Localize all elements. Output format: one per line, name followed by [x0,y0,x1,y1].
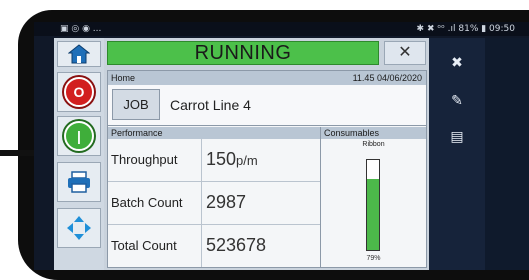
ribbon-gauge-fill [367,178,379,250]
throughput-unit: p/m [236,153,258,168]
job-row: JOB Carrot Line 4 [108,85,426,126]
move-button[interactable] [57,208,101,248]
status-banner: RUNNING [107,41,379,65]
job-name: Carrot Line 4 [170,97,251,113]
service-button[interactable]: ✕ [384,41,426,65]
consumables-section: Consumables Ribbon 79% [321,127,426,267]
left-toolbar: O | [54,38,104,270]
batch-count-value: 2987 [206,192,247,212]
tools-icon: ✕ [398,44,412,61]
throughput-label: Throughput [111,152,178,167]
row-divider [201,182,202,224]
edit-icon: ✎ [451,91,463,108]
ribbon-percent: 79% [366,255,381,262]
row-divider [201,225,202,267]
throughput-value: 150p/m [206,149,258,170]
throughput-number: 150 [206,149,237,169]
printer-app: O | RUNNING ✕ Home 11.45 04/06/2020 JOB … [54,38,429,270]
home-button[interactable] [57,41,101,67]
edit-button[interactable]: ✎ [441,88,473,112]
batch-count-label: Batch Count [111,195,183,210]
consumables-header: Consumables [321,127,426,139]
screen-edge [485,38,529,270]
stop-button[interactable]: O [57,72,101,112]
keyboard-icon: ▤ [450,127,464,144]
right-rail: ✖ ✎ ▤ [429,38,485,270]
keyboard-button[interactable]: ▤ [441,124,473,148]
breadcrumb: Home 11.45 04/06/2020 [108,71,426,85]
row-divider [201,139,202,181]
ribbon-gauge [366,159,380,251]
total-count-row: Total Count 523678 [108,225,320,267]
start-button[interactable]: | [57,116,101,156]
total-count-value: 523678 [206,235,267,255]
top-bar: RUNNING ✕ [104,38,429,68]
performance-section: Performance Throughput 150p/m Batch Coun… [108,127,321,267]
print-button[interactable] [57,162,101,202]
throughput-row: Throughput 150p/m [108,139,320,182]
status-right-indicators: ✱ ✖ ᵒᵒ .ıl 81% ▮ 09:50 [416,24,515,34]
move-arrows-icon [67,216,91,240]
job-button[interactable]: JOB [112,89,160,120]
start-icon: | [64,121,94,151]
total-count-label: Total Count [111,238,177,253]
printer-icon [68,171,90,193]
home-panel: Home 11.45 04/06/2020 JOB Carrot Line 4 … [107,70,427,268]
datetime-display: 11.45 04/06/2020 [352,73,422,83]
batch-count-row: Batch Count 2987 [108,182,320,225]
ribbon-label: Ribbon [362,141,385,148]
android-status-bar: ▣ ◎ ◉ ... ✱ ✖ ᵒᵒ .ıl 81% ▮ 09:50 [34,22,529,36]
home-icon [68,44,90,64]
page-title: Home [111,73,136,83]
stop-icon: O [64,77,94,107]
disconnect-button[interactable]: ✖ [441,50,473,74]
status-left-icons: ▣ ◎ ◉ ... [60,24,102,34]
device-screen: ▣ ◎ ◉ ... ✱ ✖ ᵒᵒ .ıl 81% ▮ 09:50 O | RUN… [34,22,529,270]
performance-header: Performance [108,127,320,139]
disconnect-icon: ✖ [451,53,463,70]
